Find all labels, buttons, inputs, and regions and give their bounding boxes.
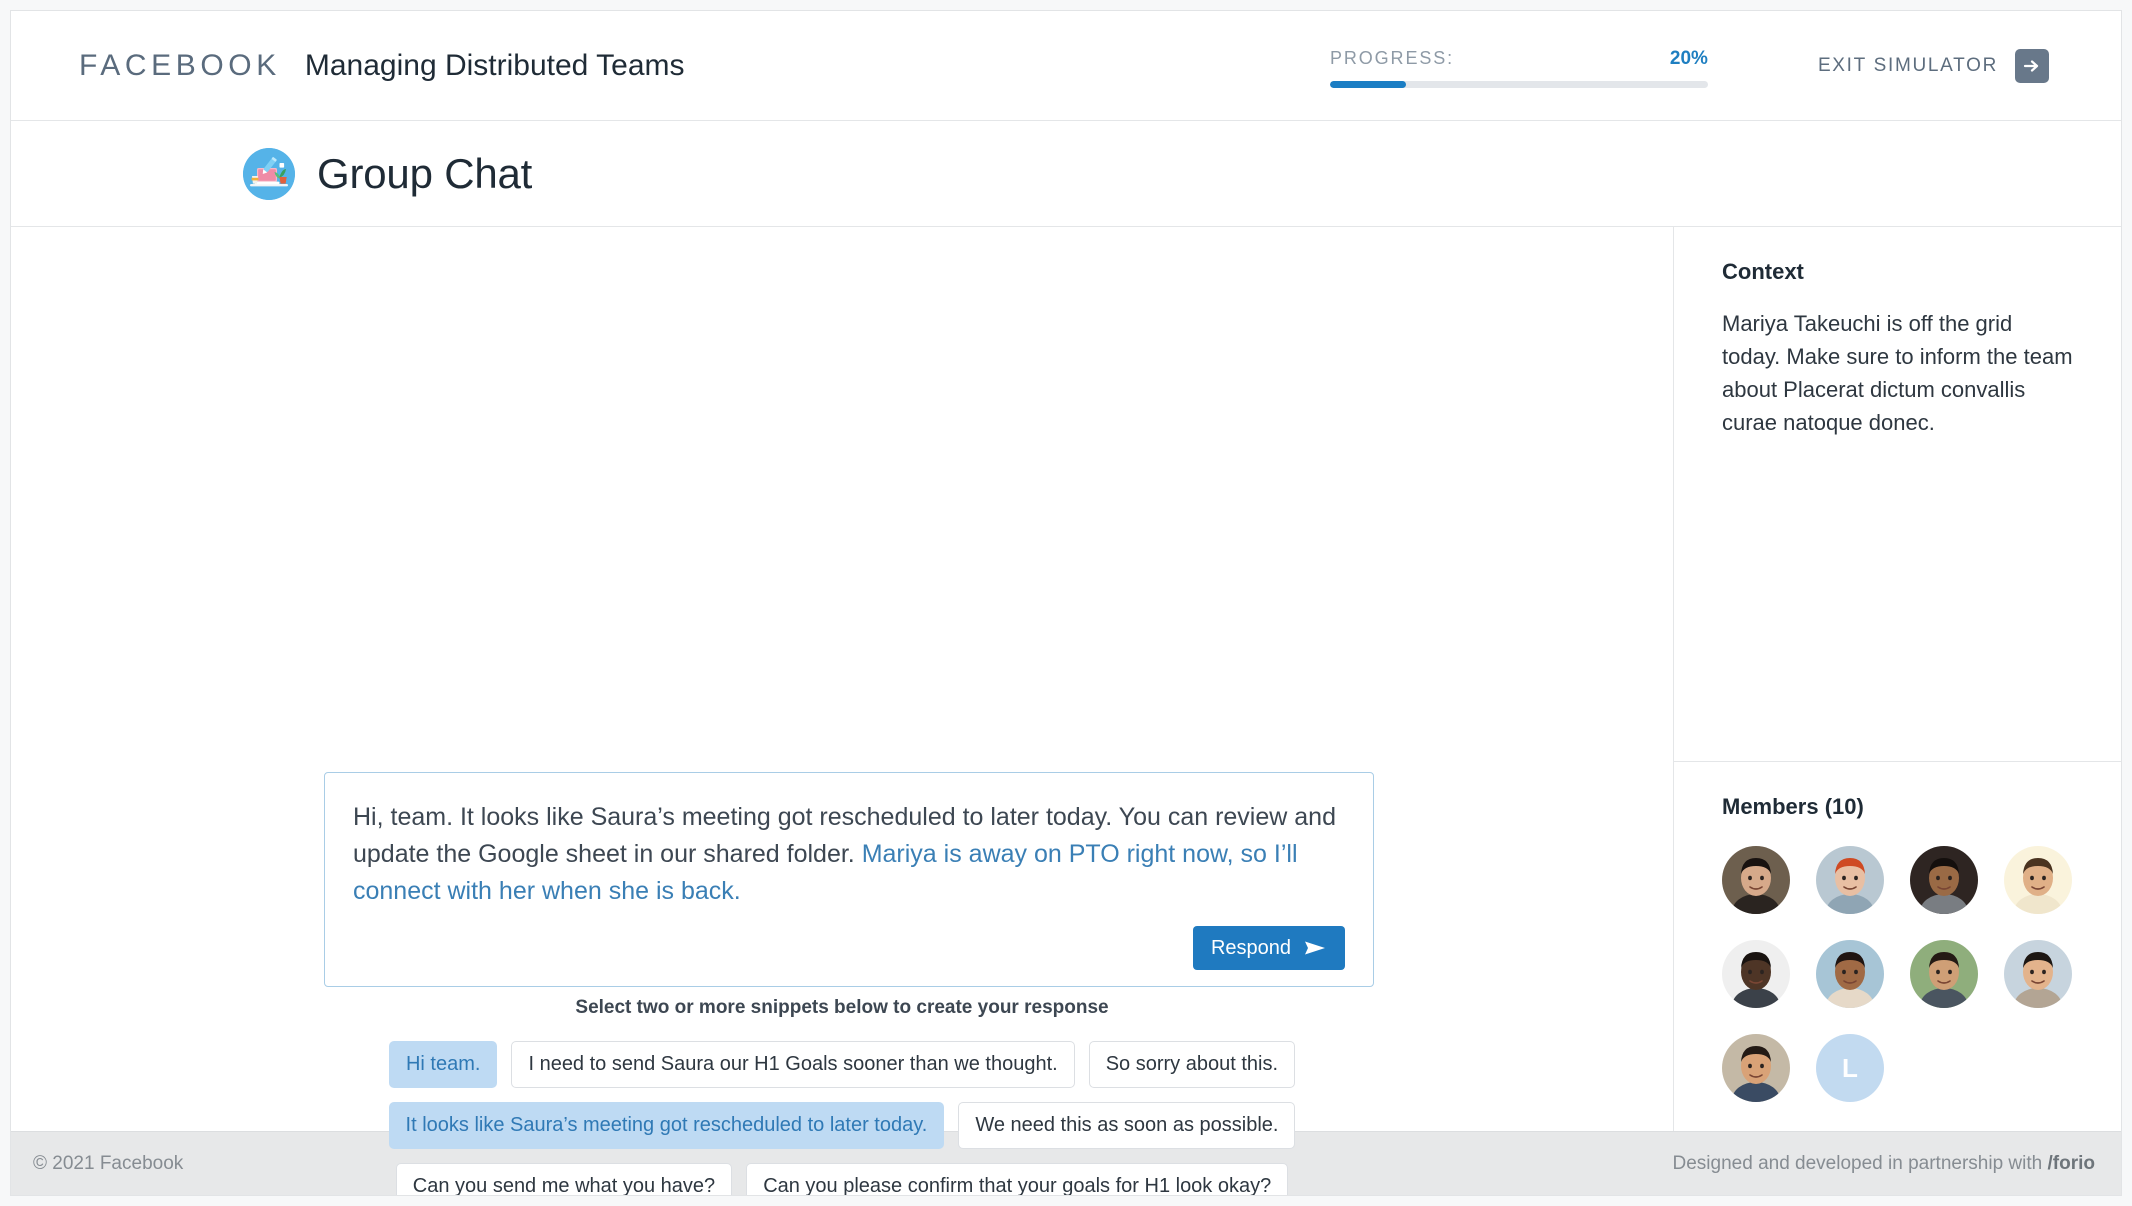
member-avatar-4[interactable] bbox=[2004, 846, 2072, 914]
brand-logo: FACEBOOK bbox=[79, 48, 281, 82]
exit-simulator-label: EXIT SIMULATOR bbox=[1817, 54, 1998, 76]
member-avatar-1[interactable] bbox=[1722, 846, 1790, 914]
progress-fill bbox=[1329, 80, 1406, 88]
snippet-chip[interactable]: Can you please confirm that your goals f… bbox=[746, 1163, 1289, 1195]
right-sidebar: Context Mariya Takeuchi is off the grid … bbox=[1673, 227, 2121, 1131]
members-heading: Members (10) bbox=[1722, 794, 1864, 819]
snippet-row: Can you send me what you have? Can you pl… bbox=[11, 1163, 1673, 1195]
progress-label: PROGRESS: bbox=[1329, 47, 1455, 68]
snippet-chip[interactable]: Can you send me what you have? bbox=[395, 1163, 733, 1195]
forio-logo: /forio bbox=[2047, 1152, 2096, 1174]
top-bar: FACEBOOK Managing Distributed Teams PROG… bbox=[11, 11, 2121, 121]
progress-row: PROGRESS: 20% bbox=[1330, 48, 1708, 70]
member-avatar-5[interactable] bbox=[1722, 940, 1790, 1008]
snippet-chip[interactable]: I need to send Saura our H1 Goals sooner… bbox=[511, 1041, 1075, 1088]
arrow-right-icon[interactable] bbox=[2015, 48, 2049, 83]
composed-message-text: Hi, team. It looks like Saura’s meeting … bbox=[353, 799, 1345, 910]
snippet-row: Hi team. I need to send Saura our H1 Goal… bbox=[11, 1041, 1673, 1088]
snippet-row: It looks like Saura’s meeting got resche… bbox=[11, 1102, 1673, 1149]
course-title: Managing Distributed Teams bbox=[304, 48, 685, 82]
respond-button[interactable]: Respond bbox=[1192, 926, 1345, 970]
context-body: Mariya Takeuchi is off the grid today. M… bbox=[1722, 311, 2073, 435]
member-avatar-3[interactable] bbox=[1910, 846, 1978, 914]
respond-button-label: Respond bbox=[1210, 936, 1291, 959]
member-avatar-6[interactable] bbox=[1816, 940, 1884, 1008]
snippet-chip-selected[interactable]: Hi team. bbox=[388, 1041, 498, 1088]
member-avatar-2[interactable] bbox=[1816, 846, 1884, 914]
member-avatar-10[interactable]: L bbox=[1816, 1034, 1884, 1102]
group-chat-avatar-icon bbox=[243, 147, 295, 200]
members-panel: Members (10) L bbox=[1674, 762, 2121, 1131]
context-heading: Context bbox=[1722, 259, 1804, 284]
send-icon bbox=[1303, 938, 1327, 958]
snippets-area: Select two or more snippets below to cre… bbox=[11, 997, 1673, 1195]
exit-simulator-button[interactable]: EXIT SIMULATOR bbox=[1817, 48, 2049, 83]
body-area: Hi, team. It looks like Saura’s meeting … bbox=[11, 227, 2121, 1195]
progress-block: PROGRESS: 20% bbox=[1329, 44, 1708, 88]
context-panel: Context Mariya Takeuchi is off the grid … bbox=[1674, 227, 2121, 762]
page-title: Group Chat bbox=[317, 149, 533, 197]
composed-message-card: Hi, team. It looks like Saura’s meeting … bbox=[324, 772, 1374, 987]
brand-area: FACEBOOK Managing Distributed Teams bbox=[79, 49, 685, 83]
progress-percent-value: 20% bbox=[1669, 47, 1708, 69]
snippet-chip[interactable]: We need this as soon as possible. bbox=[958, 1102, 1296, 1149]
chat-main-panel: Hi, team. It looks like Saura’s meeting … bbox=[11, 227, 1673, 1195]
member-avatar-7[interactable] bbox=[1910, 940, 1978, 1008]
snippet-rows: Hi team. I need to send Saura our H1 Goal… bbox=[11, 1041, 1673, 1195]
footer-credit-text: Designed and developed in partnership wi… bbox=[1672, 1152, 2048, 1174]
snippet-chip-selected[interactable]: It looks like Saura’s meeting got resche… bbox=[388, 1102, 945, 1149]
respond-row: Respond bbox=[353, 926, 1345, 970]
footer-credit: Designed and developed in partnership wi… bbox=[1673, 1153, 2095, 1175]
members-grid: L bbox=[1722, 846, 2082, 1102]
snippets-instruction: Select two or more snippets below to cre… bbox=[575, 997, 1109, 1018]
member-avatar-9[interactable] bbox=[1722, 1034, 1790, 1102]
progress-track bbox=[1329, 80, 1708, 88]
snippet-chip[interactable]: So sorry about this. bbox=[1088, 1041, 1296, 1088]
section-header: Group Chat bbox=[11, 121, 2121, 227]
app-window: FACEBOOK Managing Distributed Teams PROG… bbox=[10, 10, 2122, 1196]
member-avatar-8[interactable] bbox=[2004, 940, 2072, 1008]
